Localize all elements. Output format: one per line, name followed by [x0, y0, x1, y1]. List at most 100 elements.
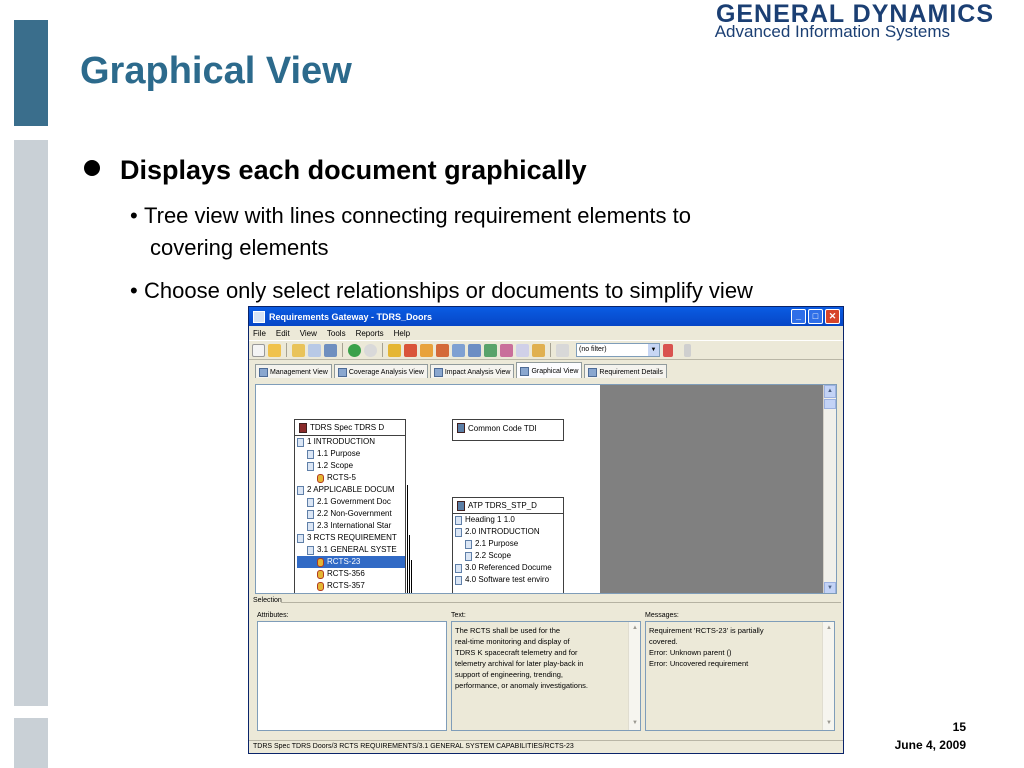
tree-item-label: RCTS-5 [327, 473, 356, 482]
document-icon [297, 437, 304, 447]
stop-icon[interactable] [684, 343, 691, 357]
tree-item-selected[interactable]: RCTS-23 [297, 556, 405, 568]
text-box[interactable]: The RCTS shall be used for the real-time… [451, 621, 641, 731]
text-label: Text: [451, 612, 466, 619]
tab-label: Coverage Analysis View [348, 369, 424, 376]
tree-item[interactable]: 2.1 Government Doc [297, 496, 405, 508]
document-icon [307, 521, 314, 531]
tree-item[interactable]: 1.2 Scope [297, 460, 405, 472]
tree-item[interactable]: 2.0 INTRODUCTION [455, 526, 563, 538]
menu-tools[interactable]: Tools [327, 329, 346, 338]
document-icon [307, 509, 314, 519]
export-icon[interactable] [532, 343, 545, 357]
menu-file[interactable]: File [253, 329, 266, 338]
tree-item-label: RCTS-357 [327, 581, 365, 590]
folder-tree-icon[interactable] [292, 343, 305, 357]
message-line: Requirement 'RCTS-23' is partially [649, 626, 764, 635]
document-link-icon[interactable] [484, 343, 497, 357]
sub-bullet-2-line1: Choose only select relationships or docu… [144, 278, 753, 303]
menu-edit[interactable]: Edit [276, 329, 290, 338]
maximize-button[interactable]: □ [808, 309, 823, 324]
database-icon[interactable] [324, 343, 337, 357]
graph-canvas[interactable]: TDRS Spec TDRS D 1 INTRODUCTION 1.1 Purp… [255, 384, 837, 594]
scroll-up-icon[interactable]: ▲ [824, 624, 834, 633]
tree-item[interactable]: Heading 1 1.0 [455, 514, 563, 526]
doc-node-atp[interactable]: ATP TDRS_STP_D Heading 1 1.0 2.0 INTRODU… [452, 497, 564, 593]
tree-item[interactable]: 2.1 Purpose [455, 538, 563, 550]
tree-item-label: 3.1 GENERAL SYSTE [317, 545, 397, 554]
tree-item[interactable]: 2 APPLICABLE DOCUM [297, 484, 405, 496]
tree-item[interactable]: 3.0 Referenced Docume [455, 562, 563, 574]
scroll-up-icon[interactable]: ▲ [630, 624, 640, 633]
text-scrollbar[interactable]: ▲ ▼ [628, 622, 640, 730]
doc-node-title: ATP TDRS_STP_D [468, 501, 537, 510]
tab-requirement-details[interactable]: Requirement Details [584, 364, 667, 378]
tree-item[interactable]: 3.1 GENERAL SYSTE [297, 544, 405, 556]
window-titlebar[interactable]: Requirements Gateway - TDRS_Doors _ □ ✕ [249, 307, 843, 326]
doc-node-common-code[interactable]: Common Code TDI [452, 419, 564, 441]
text-line: The RCTS shall be used for the [455, 626, 561, 635]
tree-item[interactable]: 3 RCTS REQUIREMENT [297, 532, 405, 544]
requirement-icon[interactable] [388, 343, 401, 357]
close-button[interactable]: ✕ [825, 309, 840, 324]
open-folder-icon[interactable] [268, 343, 281, 357]
graph-vertical-scrollbar[interactable]: ▲ ▼ [823, 385, 836, 593]
menu-reports[interactable]: Reports [356, 329, 384, 338]
scroll-down-icon[interactable]: ▼ [824, 582, 836, 593]
minimize-button[interactable]: _ [791, 309, 806, 324]
tab-coverage-analysis-view[interactable]: Coverage Analysis View [333, 364, 428, 378]
test-document-icon [457, 500, 465, 511]
menu-help[interactable]: Help [394, 329, 410, 338]
message-line: Error: Unknown parent () [649, 648, 732, 657]
scroll-thumb[interactable] [824, 399, 836, 409]
tree-item[interactable]: RCTS-357 [297, 580, 405, 592]
sub-bullet-1: • Tree view with lines connecting require… [130, 200, 890, 264]
document-up-icon[interactable] [452, 343, 465, 357]
document-icon [455, 575, 462, 585]
sub-bullet-dot-icon: • [130, 203, 138, 228]
settings-icon[interactable] [556, 343, 569, 357]
requirement-link-icon[interactable] [420, 343, 433, 357]
bullet-dot-icon [84, 160, 100, 176]
messages-scrollbar[interactable]: ▲ ▼ [822, 622, 834, 730]
forward-arrow-icon[interactable] [364, 343, 377, 357]
impact-icon [433, 368, 443, 377]
requirement-down-icon[interactable] [436, 343, 449, 357]
tree-item[interactable]: 1.1 Purpose [297, 448, 405, 460]
doc-node-tdrs-spec[interactable]: TDRS Spec TDRS D 1 INTRODUCTION 1.1 Purp… [294, 419, 406, 593]
attributes-box[interactable] [257, 621, 447, 731]
tab-management-view[interactable]: Management View [255, 364, 332, 378]
scroll-up-icon[interactable]: ▲ [824, 385, 836, 398]
tab-impact-analysis-view[interactable]: Impact Analysis View [429, 364, 515, 378]
scroll-down-icon[interactable]: ▼ [630, 719, 640, 728]
window-title: Requirements Gateway - TDRS_Doors [269, 311, 433, 322]
coverage-icon[interactable] [500, 343, 513, 357]
text-line: support of engineering, trending, [455, 670, 563, 679]
tree-item[interactable]: 2.2 Non-Government [297, 508, 405, 520]
requirement-icon [317, 569, 324, 579]
tree-item[interactable]: 2.2 Scope [455, 550, 563, 562]
tree-item[interactable]: 4.0 Software test enviro [455, 574, 563, 586]
tree-item[interactable]: RCTS-356 [297, 568, 405, 580]
scroll-down-icon[interactable]: ▼ [824, 719, 834, 728]
doc-node-header: ATP TDRS_STP_D [453, 498, 563, 514]
messages-box[interactable]: Requirement 'RCTS-23' is partially cover… [645, 621, 835, 731]
clear-filter-icon[interactable] [663, 343, 673, 357]
tree-item[interactable]: RCTS-5 [297, 472, 405, 484]
new-icon[interactable] [252, 343, 265, 357]
slide-date: June 4, 2009 [894, 738, 966, 752]
tab-graphical-view[interactable]: Graphical View [516, 362, 583, 378]
filter-dropdown[interactable]: (no filter) ▼ [576, 343, 660, 357]
chevron-down-icon[interactable]: ▼ [648, 344, 659, 356]
requirement-up-icon[interactable] [404, 343, 417, 357]
tree-item-label: 3.0 Referenced Docume [465, 563, 552, 572]
menu-view[interactable]: View [300, 329, 317, 338]
tree-item[interactable]: 1 INTRODUCTION [297, 436, 405, 448]
report-icon[interactable] [516, 343, 529, 357]
filter-icon[interactable] [308, 343, 321, 357]
slide-title: Graphical View [80, 50, 352, 92]
back-arrow-icon[interactable] [348, 343, 361, 357]
tree-item[interactable]: 2.3 International Star [297, 520, 405, 532]
text-line: telemetry archival for later play-back i… [455, 659, 584, 668]
document-down-icon[interactable] [468, 343, 481, 357]
